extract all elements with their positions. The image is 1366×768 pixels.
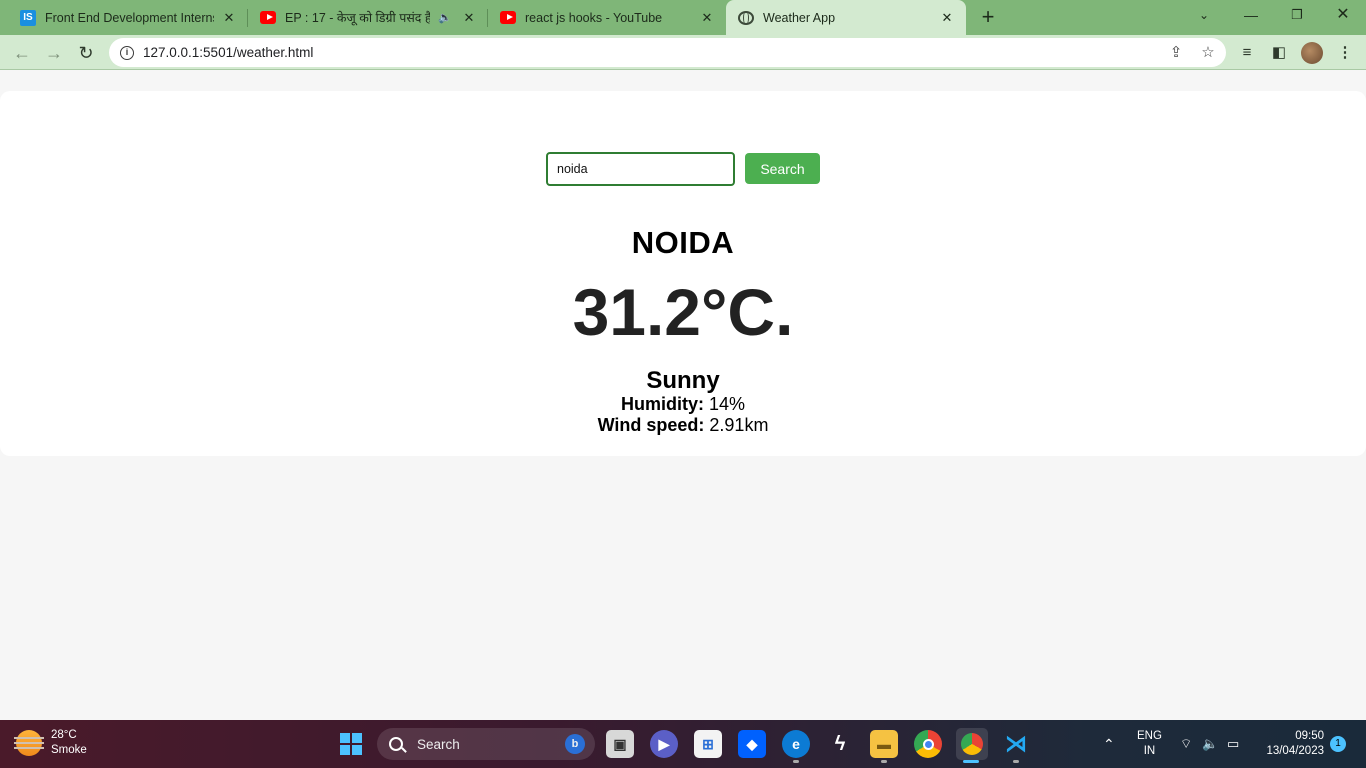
menu-icon[interactable]: ⋮: [1334, 42, 1356, 64]
address-bar[interactable]: i 127.0.0.1:5501/weather.html ⇪ ☆: [109, 38, 1226, 67]
restore-button[interactable]: ❐: [1274, 0, 1320, 30]
weather-card: Search NOIDA 31.2°C. Sunny Humidity: 14%…: [0, 91, 1366, 456]
running-indicator: [793, 760, 799, 763]
tab-internship[interactable]: IS Front End Development Internship ✕: [8, 0, 248, 35]
wifi-icon[interactable]: ⌔: [1180, 720, 1192, 768]
wind-label: Wind speed:: [597, 415, 705, 435]
temperature: 31.2°C.: [572, 275, 794, 349]
vscode-icon[interactable]: ⋊: [1002, 730, 1030, 758]
tab-weather-app[interactable]: Weather App ✕: [726, 0, 966, 35]
running-indicator: [881, 760, 887, 763]
tab-title: Front End Development Internship: [45, 10, 214, 25]
internshala-icon: IS: [20, 9, 36, 26]
taskbar-search-label: Search: [417, 736, 460, 752]
sun-haze-icon: [14, 730, 44, 756]
page-viewport: Search NOIDA 31.2°C. Sunny Humidity: 14%…: [0, 71, 1366, 720]
bookmark-star-icon[interactable]: ☆: [1198, 43, 1218, 63]
notification-badge[interactable]: 1: [1330, 736, 1346, 752]
close-icon[interactable]: ✕: [220, 10, 238, 26]
running-indicator: [1013, 760, 1019, 763]
chrome-icon[interactable]: [914, 730, 942, 758]
close-icon[interactable]: ✕: [698, 10, 716, 26]
weather-condition: Sunny: [646, 367, 720, 394]
search-button[interactable]: Search: [745, 153, 820, 184]
youtube-icon: [260, 11, 276, 24]
site-info-icon[interactable]: i: [120, 45, 134, 60]
bing-icon[interactable]: b: [565, 734, 585, 754]
battery-icon[interactable]: ▭: [1227, 720, 1239, 768]
minimize-button[interactable]: —: [1228, 0, 1274, 30]
search-icon: [389, 737, 403, 751]
humidity-value: 14%: [703, 394, 746, 414]
city-search-input[interactable]: [546, 152, 735, 186]
widget-condition: Smoke: [51, 744, 87, 756]
tab-title: react js hooks - YouTube: [525, 10, 663, 25]
volume-icon[interactable]: 🔈: [1202, 720, 1218, 768]
tab-search-icon[interactable]: ⌄: [1181, 0, 1227, 30]
teams-chat-icon[interactable]: ▶: [650, 730, 678, 758]
share-icon[interactable]: ⇪: [1166, 43, 1186, 63]
close-icon[interactable]: ✕: [460, 10, 478, 26]
language-indicator[interactable]: ENG IN: [1137, 729, 1162, 759]
file-explorer-icon[interactable]: ▬: [870, 730, 898, 758]
terminal-icon[interactable]: ϟ: [826, 730, 854, 758]
wind-row: Wind speed: 2.91km: [0, 415, 1366, 436]
active-indicator: [963, 760, 979, 763]
tab-react-hooks[interactable]: react js hooks - YouTube ✕: [488, 0, 726, 35]
wind-value: 2.91km: [704, 415, 769, 435]
speaker-icon[interactable]: 🔈: [436, 11, 454, 24]
youtube-icon: [500, 11, 516, 24]
clock-time: 09:50: [1295, 730, 1324, 742]
region-code: IN: [1143, 745, 1156, 757]
microsoft-store-icon[interactable]: ⊞: [694, 730, 722, 758]
forward-icon[interactable]: →: [40, 39, 68, 67]
new-tab-button[interactable]: +: [976, 5, 1000, 29]
edge-icon[interactable]: e: [782, 730, 810, 758]
system-clock[interactable]: 09:50 13/04/2023: [1258, 729, 1324, 759]
close-icon[interactable]: ✕: [938, 10, 956, 26]
profile-avatar[interactable]: [1301, 42, 1323, 64]
side-panel-icon[interactable]: ◧: [1268, 42, 1290, 64]
humidity-row: Humidity: 14%: [0, 394, 1366, 415]
taskbar-search[interactable]: Search b: [377, 728, 595, 760]
reload-icon[interactable]: ↻: [72, 39, 100, 67]
language-code: ENG: [1137, 730, 1162, 742]
chrome-profile-icon[interactable]: [956, 728, 988, 760]
tab-youtube-episode[interactable]: EP : 17 - केजू को डिग्री पसंद है | 🔈 ✕: [248, 0, 488, 35]
tab-title: Weather App: [763, 10, 836, 25]
city-name: NOIDA: [631, 225, 735, 260]
windows-start-icon[interactable]: [340, 733, 362, 755]
widget-temperature: 28°C: [51, 729, 77, 741]
browser-tab-strip: IS Front End Development Internship ✕ EP…: [0, 0, 1366, 35]
show-hidden-icons-icon[interactable]: ⌃: [1103, 720, 1115, 768]
humidity-label: Humidity:: [620, 394, 704, 414]
back-icon[interactable]: ←: [8, 39, 36, 67]
weather-widget[interactable]: 28°C Smoke: [14, 728, 87, 758]
browser-toolbar: ← → ↻ i 127.0.0.1:5501/weather.html ⇪ ☆ …: [0, 35, 1366, 70]
clock-date: 13/04/2023: [1266, 745, 1324, 757]
tab-title: EP : 17 - केजू को डिग्री पसंद है |: [285, 11, 430, 25]
windows-taskbar: 28°C Smoke Search b ▣ ▶ ⊞ ◆ e ϟ ▬ ⋊ ⌃ EN…: [0, 720, 1366, 768]
task-view-icon[interactable]: ▣: [606, 730, 634, 758]
media-control-icon[interactable]: ≡: [1236, 42, 1258, 64]
url-text: 127.0.0.1:5501/weather.html: [143, 45, 314, 60]
dropbox-icon[interactable]: ◆: [738, 730, 766, 758]
globe-icon: [738, 10, 754, 25]
close-window-button[interactable]: ✕: [1320, 0, 1366, 30]
